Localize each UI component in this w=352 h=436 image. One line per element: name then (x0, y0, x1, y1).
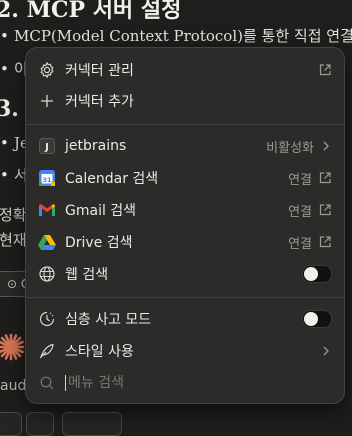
jetbrains-icon: J (37, 136, 57, 156)
manage-connectors-item[interactable]: 커넥터 관리 (32, 55, 338, 85)
bullet-item: • 이 (0, 60, 28, 78)
bullet-text: MCP(Model Context Protocol)를 통한 직접 연결 (14, 27, 352, 45)
deep-thinking-toggle[interactable] (302, 310, 332, 328)
jetbrains-label: jetbrains (65, 138, 127, 154)
plus-icon (37, 91, 57, 111)
tools-menu: 커넥터 관리 커넥터 추가 J jetbrains 비활성화 31 Calend… (25, 47, 345, 404)
toggle-knob (304, 267, 318, 281)
external-link-icon (318, 203, 332, 217)
gear-icon (37, 60, 57, 80)
toggle-knob (304, 312, 318, 326)
background-text: aud (0, 378, 27, 394)
jetbrains-item[interactable]: J jetbrains 비활성화 (32, 131, 338, 161)
search-icon (37, 373, 57, 393)
web-search-toggle[interactable] (302, 265, 332, 283)
menu-divider (26, 124, 344, 125)
menu-search-row (32, 369, 338, 397)
bullet-item: • 서 (0, 166, 28, 184)
calendar-status: 연결 (288, 172, 312, 188)
add-connector-label: 커넥터 추가 (65, 94, 134, 110)
menu-divider (26, 297, 344, 298)
paragraph-line: 정확 (0, 206, 27, 224)
clock-icon (37, 309, 57, 329)
composer-button[interactable] (0, 412, 22, 436)
chevron-right-icon (320, 345, 332, 357)
manage-connectors-label: 커넥터 관리 (65, 63, 134, 79)
external-link-icon (318, 235, 332, 249)
drive-search-item[interactable]: Drive 검색 연결 (32, 227, 338, 257)
composer-button[interactable] (26, 412, 54, 436)
menu-search-input[interactable] (65, 375, 308, 391)
chevron-right-icon (320, 140, 332, 152)
svg-text:J: J (44, 142, 49, 153)
deep-thinking-item[interactable]: 심층 사고 모드 (32, 304, 338, 334)
globe-icon (37, 264, 57, 284)
external-link-icon (318, 171, 332, 185)
gmail-search-label: Gmail 검색 (65, 203, 137, 219)
drive-search-label: Drive 검색 (65, 235, 133, 251)
web-search-label: 웹 검색 (65, 267, 109, 283)
composer-button[interactable] (62, 412, 122, 436)
paragraph-line: 현재 (0, 231, 27, 249)
drive-status: 연결 (288, 236, 312, 252)
google-calendar-icon: 31 (37, 168, 57, 188)
google-drive-icon (37, 232, 57, 252)
use-style-label: 스타일 사용 (65, 344, 134, 360)
gmail-status: 연결 (288, 204, 312, 220)
bullet-item: • MCP(Model Context Protocol)를 통한 직접 연결 (0, 27, 352, 45)
feather-pen-icon (37, 341, 57, 361)
deep-thinking-label: 심층 사고 모드 (65, 312, 152, 328)
section-heading-2: 2. MCP 서버 설정 (0, 0, 182, 23)
external-link-icon (318, 63, 332, 77)
calendar-search-label: Calendar 검색 (65, 171, 159, 187)
claude-spark-icon (0, 333, 25, 361)
gmail-search-item[interactable]: Gmail 검색 연결 (32, 195, 338, 225)
web-search-item[interactable]: 웹 검색 (32, 259, 338, 289)
calendar-search-item[interactable]: 31 Calendar 검색 연결 (32, 163, 338, 193)
svg-text:31: 31 (42, 176, 52, 184)
gmail-icon (37, 200, 57, 220)
add-connector-item[interactable]: 커넥터 추가 (32, 86, 338, 116)
jetbrains-status: 비활성화 (266, 140, 314, 156)
use-style-item[interactable]: 스타일 사용 (32, 336, 338, 366)
